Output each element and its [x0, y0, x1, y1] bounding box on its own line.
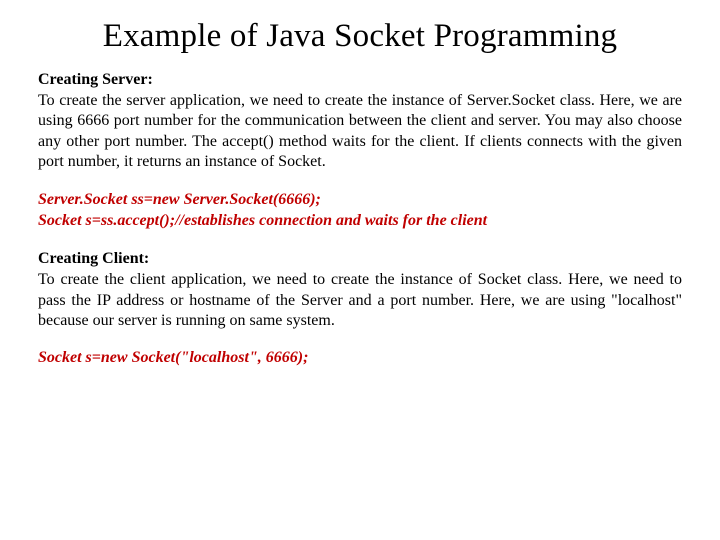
server-heading: Creating Server: [38, 71, 682, 89]
server-paragraph: To create the server application, we nee… [38, 91, 682, 173]
server-code-line-2: Socket s=ss.accept();//establishes conne… [38, 210, 682, 232]
client-paragraph: To create the client application, we nee… [38, 270, 682, 331]
slide-title: Example of Java Socket Programming [38, 18, 682, 55]
client-code-line-1: Socket s=new Socket("localhost", 6666); [38, 347, 682, 369]
server-code-line-1: Server.Socket ss=new Server.Socket(6666)… [38, 189, 682, 211]
client-code-block: Socket s=new Socket("localhost", 6666); [38, 347, 682, 369]
server-code-block: Server.Socket ss=new Server.Socket(6666)… [38, 189, 682, 232]
client-heading: Creating Client: [38, 250, 682, 268]
